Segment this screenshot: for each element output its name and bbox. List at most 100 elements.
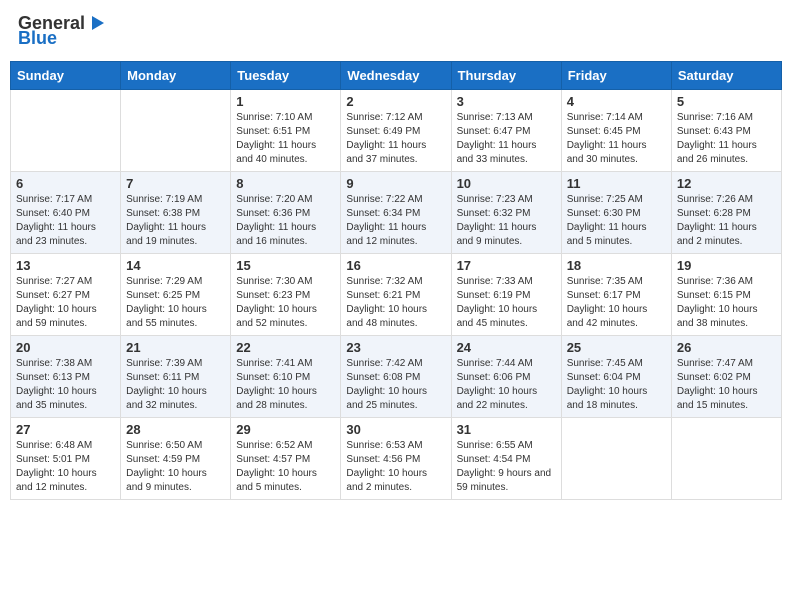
day-info: Sunrise: 7:38 AMSunset: 6:13 PMDaylight:…	[16, 357, 115, 413]
day-info: Sunrise: 7:25 AMSunset: 6:30 PMDaylight:…	[567, 193, 666, 249]
day-info: Sunrise: 7:35 AMSunset: 6:17 PMDaylight:…	[567, 275, 666, 331]
weekday-header-tuesday: Tuesday	[231, 62, 341, 90]
calendar-cell: 30Sunrise: 6:53 AMSunset: 4:56 PMDayligh…	[341, 418, 451, 500]
weekday-header-thursday: Thursday	[451, 62, 561, 90]
day-info: Sunrise: 7:32 AMSunset: 6:21 PMDaylight:…	[346, 275, 445, 331]
calendar-cell: 3Sunrise: 7:13 AMSunset: 6:47 PMDaylight…	[451, 90, 561, 172]
day-number: 17	[457, 258, 556, 273]
day-number: 5	[677, 94, 776, 109]
day-info: Sunrise: 7:22 AMSunset: 6:34 PMDaylight:…	[346, 193, 445, 249]
calendar-cell	[671, 418, 781, 500]
day-info: Sunrise: 6:48 AMSunset: 5:01 PMDaylight:…	[16, 439, 115, 495]
logo: General Blue	[18, 14, 104, 49]
day-number: 2	[346, 94, 445, 109]
weekday-header-row: SundayMondayTuesdayWednesdayThursdayFrid…	[11, 62, 782, 90]
calendar-cell: 11 Sunrise: 7:25 AMSunset: 6:30 PMDayligh…	[561, 172, 671, 254]
calendar-cell: 27 Sunrise: 6:48 AMSunset: 5:01 PMDayligh…	[11, 418, 121, 500]
calendar-cell: 6Sunrise: 7:17 AMSunset: 6:40 PMDaylight…	[11, 172, 121, 254]
calendar-cell: 13 Sunrise: 7:27 AMSunset: 6:27 PMDayligh…	[11, 254, 121, 336]
day-number: 29	[236, 422, 335, 437]
calendar-cell: 2 Sunrise: 7:12 AMSunset: 6:49 PMDaylight…	[341, 90, 451, 172]
day-info: Sunrise: 7:30 AMSunset: 6:23 PMDaylight:…	[236, 275, 335, 331]
calendar-week-row: 27 Sunrise: 6:48 AMSunset: 5:01 PMDayligh…	[11, 418, 782, 500]
day-number: 4	[567, 94, 666, 109]
day-info: Sunrise: 7:23 AMSunset: 6:32 PMDaylight:…	[457, 193, 556, 249]
day-info: Sunrise: 7:29 AMSunset: 6:25 PMDaylight:…	[126, 275, 225, 331]
calendar-cell: 31 Sunrise: 6:55 AMSunset: 4:54 PMDayligh…	[451, 418, 561, 500]
day-number: 19	[677, 258, 776, 273]
calendar-cell	[11, 90, 121, 172]
day-number: 10	[457, 176, 556, 191]
day-number: 18	[567, 258, 666, 273]
day-info: Sunrise: 7:20 AMSunset: 6:36 PMDaylight:…	[236, 193, 335, 249]
calendar-cell: 10 Sunrise: 7:23 AMSunset: 6:32 PMDayligh…	[451, 172, 561, 254]
calendar-cell: 9 Sunrise: 7:22 AMSunset: 6:34 PMDaylight…	[341, 172, 451, 254]
day-number: 8	[236, 176, 335, 191]
calendar-cell: 5 Sunrise: 7:16 AMSunset: 6:43 PMDaylight…	[671, 90, 781, 172]
day-info: Sunrise: 7:44 AMSunset: 6:06 PMDaylight:…	[457, 357, 556, 413]
day-number: 27	[16, 422, 115, 437]
day-info: Sunrise: 7:41 AMSunset: 6:10 PMDaylight:…	[236, 357, 335, 413]
day-number: 15	[236, 258, 335, 273]
calendar-cell: 7 Sunrise: 7:19 AMSunset: 6:38 PMDaylight…	[121, 172, 231, 254]
day-info: Sunrise: 7:26 AMSunset: 6:28 PMDaylight:…	[677, 193, 776, 249]
day-number: 11	[567, 176, 666, 191]
calendar-cell: 14Sunrise: 7:29 AMSunset: 6:25 PMDayligh…	[121, 254, 231, 336]
day-info: Sunrise: 7:16 AMSunset: 6:43 PMDaylight:…	[677, 111, 776, 167]
calendar-week-row: 20 Sunrise: 7:38 AMSunset: 6:13 PMDayligh…	[11, 336, 782, 418]
day-info: Sunrise: 7:36 AMSunset: 6:15 PMDaylight:…	[677, 275, 776, 331]
day-number: 22	[236, 340, 335, 355]
day-info: Sunrise: 7:39 AMSunset: 6:11 PMDaylight:…	[126, 357, 225, 413]
calendar-cell: 17 Sunrise: 7:33 AMSunset: 6:19 PMDayligh…	[451, 254, 561, 336]
day-info: Sunrise: 7:13 AMSunset: 6:47 PMDaylight:…	[457, 111, 556, 167]
day-number: 23	[346, 340, 445, 355]
day-info: Sunrise: 6:50 AMSunset: 4:59 PMDaylight:…	[126, 439, 225, 495]
day-number: 7	[126, 176, 225, 191]
calendar-cell: 19 Sunrise: 7:36 AMSunset: 6:15 PMDayligh…	[671, 254, 781, 336]
calendar-cell: 8 Sunrise: 7:20 AMSunset: 6:36 PMDaylight…	[231, 172, 341, 254]
day-info: Sunrise: 7:27 AMSunset: 6:27 PMDaylight:…	[16, 275, 115, 331]
weekday-header-wednesday: Wednesday	[341, 62, 451, 90]
calendar-cell: 1 Sunrise: 7:10 AMSunset: 6:51 PMDaylight…	[231, 90, 341, 172]
calendar-cell: 22 Sunrise: 7:41 AMSunset: 6:10 PMDayligh…	[231, 336, 341, 418]
day-info: Sunrise: 6:55 AMSunset: 4:54 PMDaylight:…	[457, 439, 556, 495]
day-number: 26	[677, 340, 776, 355]
day-info: Sunrise: 7:10 AMSunset: 6:51 PMDaylight:…	[236, 111, 335, 167]
calendar-cell: 20 Sunrise: 7:38 AMSunset: 6:13 PMDayligh…	[11, 336, 121, 418]
weekday-header-saturday: Saturday	[671, 62, 781, 90]
calendar-cell: 21 Sunrise: 7:39 AMSunset: 6:11 PMDayligh…	[121, 336, 231, 418]
day-number: 9	[346, 176, 445, 191]
calendar-week-row: 1 Sunrise: 7:10 AMSunset: 6:51 PMDaylight…	[11, 90, 782, 172]
day-info: Sunrise: 7:14 AMSunset: 6:45 PMDaylight:…	[567, 111, 666, 167]
calendar-cell: 28 Sunrise: 6:50 AMSunset: 4:59 PMDayligh…	[121, 418, 231, 500]
calendar-cell	[121, 90, 231, 172]
day-number: 21	[126, 340, 225, 355]
day-info: Sunrise: 7:12 AMSunset: 6:49 PMDaylight:…	[346, 111, 445, 167]
day-info: Sunrise: 7:33 AMSunset: 6:19 PMDaylight:…	[457, 275, 556, 331]
day-info: Sunrise: 7:45 AMSunset: 6:04 PMDaylight:…	[567, 357, 666, 413]
page-header: General Blue	[10, 10, 782, 53]
day-info: Sunrise: 7:19 AMSunset: 6:38 PMDaylight:…	[126, 193, 225, 249]
calendar-cell: 4 Sunrise: 7:14 AMSunset: 6:45 PMDaylight…	[561, 90, 671, 172]
logo-triangle-icon	[86, 14, 104, 32]
day-number: 12	[677, 176, 776, 191]
day-number: 1	[236, 94, 335, 109]
day-number: 13	[16, 258, 115, 273]
calendar-table: SundayMondayTuesdayWednesdayThursdayFrid…	[10, 61, 782, 500]
calendar-week-row: 13 Sunrise: 7:27 AMSunset: 6:27 PMDayligh…	[11, 254, 782, 336]
calendar-cell: 16 Sunrise: 7:32 AMSunset: 6:21 PMDayligh…	[341, 254, 451, 336]
calendar-cell: 18 Sunrise: 7:35 AMSunset: 6:17 PMDayligh…	[561, 254, 671, 336]
day-info: Sunrise: 7:47 AMSunset: 6:02 PMDaylight:…	[677, 357, 776, 413]
weekday-header-friday: Friday	[561, 62, 671, 90]
day-number: 16	[346, 258, 445, 273]
day-number: 31	[457, 422, 556, 437]
calendar-cell: 24Sunrise: 7:44 AMSunset: 6:06 PMDayligh…	[451, 336, 561, 418]
day-info: Sunrise: 7:42 AMSunset: 6:08 PMDaylight:…	[346, 357, 445, 413]
day-number: 28	[126, 422, 225, 437]
day-number: 20	[16, 340, 115, 355]
calendar-cell: 15 Sunrise: 7:30 AMSunset: 6:23 PMDayligh…	[231, 254, 341, 336]
day-info: Sunrise: 7:17 AMSunset: 6:40 PMDaylight:…	[16, 193, 115, 249]
day-number: 30	[346, 422, 445, 437]
calendar-cell: 26 Sunrise: 7:47 AMSunset: 6:02 PMDayligh…	[671, 336, 781, 418]
calendar-cell: 12 Sunrise: 7:26 AMSunset: 6:28 PMDayligh…	[671, 172, 781, 254]
